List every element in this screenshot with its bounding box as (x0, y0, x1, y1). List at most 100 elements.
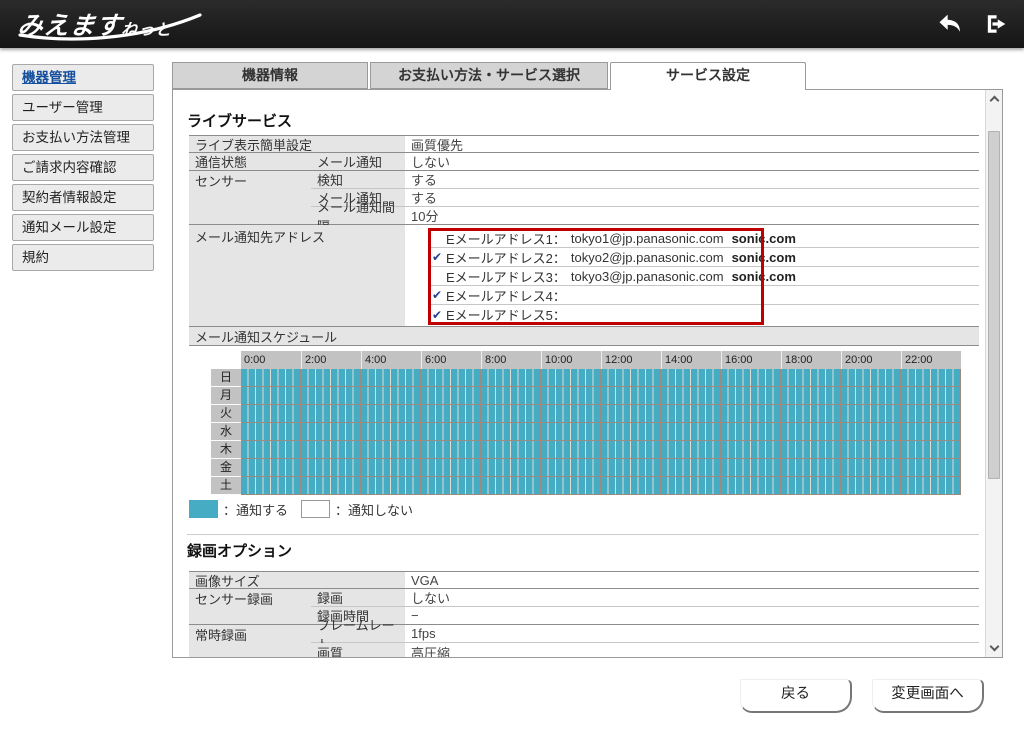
row-label: メール通知スケジュール (189, 327, 979, 345)
legend-off-label: ：通知しない (335, 500, 413, 519)
time-label: 10:00 (541, 351, 601, 369)
sidebar-item-payment-management[interactable]: お支払い方法管理 (12, 124, 154, 151)
time-label: 14:00 (661, 351, 721, 369)
scroll-down-button[interactable] (986, 640, 1002, 657)
mail-entry-4: ✔ Eメールアドレス4： (428, 286, 979, 305)
row-sublabel: 画質 (311, 643, 405, 658)
schedule-grid (241, 459, 961, 477)
check-icon: ✔ (428, 250, 446, 264)
chevron-up-icon (989, 96, 999, 106)
tab-payment-service[interactable]: お支払い方法・サービス選択 (370, 62, 608, 89)
row-frame-rate: 常時録画 フレームレート 1fps (189, 625, 979, 643)
scrollbar[interactable] (985, 90, 1002, 657)
scroll-thumb[interactable] (988, 131, 1000, 479)
mail-entry-email: tokyo2@jp.panasonic.com (571, 250, 724, 265)
row-label: センサー (189, 171, 311, 189)
time-label: 18:00 (781, 351, 841, 369)
schedule-day-row-fri: 金 (211, 459, 961, 477)
day-label: 水 (211, 423, 241, 441)
row-value: 高圧縮 (405, 643, 979, 658)
legend-off-swatch (301, 500, 330, 518)
time-label: 8:00 (481, 351, 541, 369)
schedule-grid (241, 369, 961, 387)
chevron-down-icon (989, 642, 999, 652)
service-settings-panel: ライブサービス ライブ表示簡単設定 画質優先 通信状態 メール通知 しない セン… (172, 89, 1003, 658)
row-label (189, 643, 311, 658)
back-button[interactable]: 戻る (740, 679, 852, 713)
time-label: 4:00 (361, 351, 421, 369)
legend-on-label: ：通知する (223, 500, 288, 519)
row-sublabel: 検知 (311, 171, 405, 189)
sidebar-item-user-management[interactable]: ユーザー管理 (12, 94, 154, 121)
row-image-size: 画像サイズ VGA (189, 571, 979, 589)
mail-entry-email: tokyo1@jp.panasonic.com (571, 231, 724, 246)
section-divider (187, 534, 979, 535)
day-label: 土 (211, 477, 241, 495)
time-label: 6:00 (421, 351, 481, 369)
row-sensor-mail: メール通知 する (189, 189, 979, 207)
schedule-grid (241, 423, 961, 441)
time-label: 22:00 (901, 351, 961, 369)
row-label: 画像サイズ (189, 572, 405, 588)
row-value: − (405, 607, 979, 624)
row-comm-status: 通信状態 メール通知 しない (189, 153, 979, 171)
mail-entry-3: Eメールアドレス3： tokyo3@jp.panasonic.com sonic… (428, 267, 979, 286)
mail-entry-name: Eメールアドレス2： (446, 248, 566, 267)
mail-address-list: Eメールアドレス1： tokyo1@jp.panasonic.com sonic… (405, 225, 979, 326)
time-label: 20:00 (841, 351, 901, 369)
mail-entry-5: ✔ Eメールアドレス5： (428, 305, 979, 324)
section-title-live-service: ライブサービス (187, 110, 292, 131)
scroll-up-button[interactable] (986, 90, 1002, 107)
row-label: 常時録画 (189, 625, 311, 643)
logout-icon[interactable] (982, 10, 1010, 38)
sidebar-item-billing-confirm[interactable]: ご請求内容確認 (12, 154, 154, 181)
row-recording-time: 録画時間 − (189, 607, 979, 625)
row-sensor-recording: センサー録画 録画 しない (189, 589, 979, 607)
undo-back-icon[interactable] (936, 10, 964, 38)
tab-service-settings[interactable]: サービス設定 (610, 62, 806, 90)
mail-entry-name: Eメールアドレス5： (446, 305, 566, 324)
check-icon: ✔ (428, 308, 446, 322)
schedule-grid (241, 387, 961, 405)
row-label (189, 189, 311, 207)
row-label: 通信状態 (189, 153, 311, 170)
row-sensor-detect: センサー 検知 する (189, 171, 979, 189)
mail-entry-extra: sonic.com (732, 231, 796, 246)
mail-entry-extra: sonic.com (732, 269, 796, 284)
row-sublabel: 録画 (311, 589, 405, 607)
sidebar-item-terms[interactable]: 規約 (12, 244, 154, 271)
time-label: 0:00 (241, 351, 301, 369)
schedule-grid (241, 405, 961, 423)
row-value: する (405, 189, 979, 207)
schedule-day-row-sat: 土 (211, 477, 961, 495)
row-sublabel: メール通知 (311, 153, 405, 170)
logo-text-main: みえます (16, 6, 124, 42)
sidebar-item-notification-mail[interactable]: 通知メール設定 (12, 214, 154, 241)
row-value: 1fps (405, 625, 979, 643)
schedule-day-row-thu: 木 (211, 441, 961, 459)
day-label: 金 (211, 459, 241, 477)
tab-device-info[interactable]: 機器情報 (172, 62, 368, 89)
day-label: 月 (211, 387, 241, 405)
change-screen-button[interactable]: 変更画面へ (872, 679, 984, 713)
schedule-legend: ：通知する ：通知しない (189, 499, 413, 519)
sidebar-item-contractor-info[interactable]: 契約者情報設定 (12, 184, 154, 211)
mail-entry-name: Eメールアドレス4： (446, 286, 566, 305)
row-label: センサー録画 (189, 589, 311, 607)
legend-on-swatch (189, 500, 218, 518)
schedule-grid (241, 477, 961, 495)
mail-entry-email: tokyo3@jp.panasonic.com (571, 269, 724, 284)
day-label: 日 (211, 369, 241, 387)
row-label (189, 207, 311, 224)
time-label: 12:00 (601, 351, 661, 369)
logo-text-sub: ねっと (120, 16, 174, 42)
row-value: 10分 (405, 207, 979, 224)
mail-entry-2: ✔ Eメールアドレス2： tokyo2@jp.panasonic.com son… (428, 248, 979, 267)
app-header: みえます ねっと (0, 0, 1024, 48)
sidebar-item-device-management[interactable]: 機器管理 (12, 64, 154, 91)
schedule-time-header: 0:00 2:00 4:00 6:00 8:00 10:00 12:00 14:… (241, 351, 961, 369)
row-value: 画質優先 (405, 136, 979, 152)
time-label: 2:00 (301, 351, 361, 369)
schedule-grid (241, 441, 961, 459)
row-mail-schedule: メール通知スケジュール (189, 327, 979, 346)
